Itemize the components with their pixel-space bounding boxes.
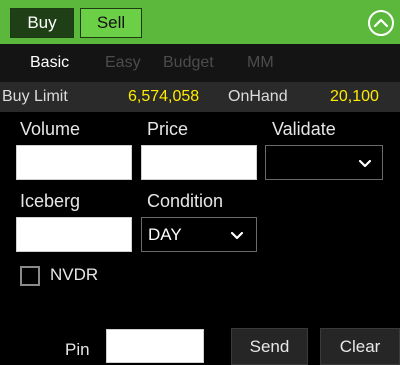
iceberg-input[interactable] <box>16 217 132 252</box>
iceberg-label: Iceberg <box>20 191 81 211</box>
collapse-icon[interactable] <box>368 10 394 36</box>
volume-input[interactable] <box>16 145 132 180</box>
onhand-value: 20,100 <box>330 88 379 105</box>
condition-select[interactable]: DAY <box>141 217 257 252</box>
pin-label: Pin <box>65 340 90 359</box>
onhand-label: OnHand <box>228 88 288 105</box>
nvdr-checkbox[interactable] <box>20 266 40 286</box>
chevron-down-icon <box>358 159 372 168</box>
buy-tab[interactable]: Buy <box>10 8 74 38</box>
volume-label: Volume <box>20 119 81 139</box>
condition-value: DAY <box>148 225 182 244</box>
clear-button[interactable]: Clear <box>320 328 400 365</box>
tab-easy[interactable]: Easy <box>105 44 141 82</box>
pin-input[interactable] <box>106 329 204 363</box>
tab-basic[interactable]: Basic <box>30 44 69 82</box>
send-button[interactable]: Send <box>231 328 308 365</box>
sell-tab[interactable]: Sell <box>80 8 142 38</box>
chevron-down-icon <box>230 231 244 240</box>
nvdr-label: NVDR <box>50 265 99 284</box>
validate-select[interactable] <box>265 145 383 180</box>
tab-mm[interactable]: MM <box>247 44 274 82</box>
price-input[interactable] <box>141 145 257 180</box>
validate-label: Validate <box>272 119 336 139</box>
buy-limit-label: Buy Limit <box>2 88 68 105</box>
tab-budget[interactable]: Budget <box>163 44 214 82</box>
buy-limit-value: 6,574,058 <box>128 88 200 105</box>
condition-label: Condition <box>147 191 224 211</box>
price-label: Price <box>147 119 189 139</box>
